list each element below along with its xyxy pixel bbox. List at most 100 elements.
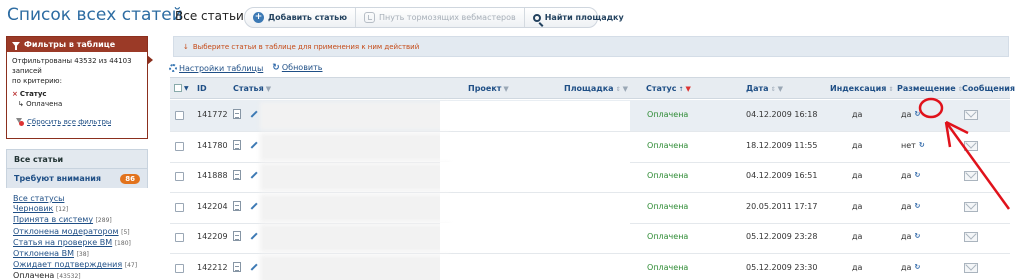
remove-filter-icon[interactable]: ×	[12, 90, 18, 98]
row-placement-value: нет	[901, 140, 916, 150]
status-link-label[interactable]: Принята в систему	[13, 215, 93, 224]
column-filter-icon[interactable]: ▼	[623, 85, 628, 93]
document-icon[interactable]	[233, 200, 241, 211]
document-icon[interactable]	[233, 170, 241, 180]
select-all-checkbox[interactable]	[174, 84, 182, 92]
table-row[interactable]: 142212 Оплачена 05.12.2009 23:30 да да ↻	[170, 253, 1010, 280]
envelope-icon[interactable]	[964, 262, 978, 273]
recheck-placement-icon[interactable]: ↻	[914, 263, 920, 272]
row-checkbox[interactable]	[175, 202, 184, 212]
status-link-item[interactable]: Отклонена модератором [5]	[13, 227, 137, 238]
status-link-label[interactable]: Черновик	[13, 204, 53, 213]
edit-pencil-icon[interactable]	[246, 258, 258, 271]
status-link-item[interactable]: Оплачена [43532]	[13, 271, 137, 280]
envelope-icon[interactable]	[964, 171, 978, 181]
edit-pencil-icon[interactable]	[246, 167, 258, 179]
status-link-label[interactable]: Отклонена ВМ	[13, 249, 74, 258]
column-filter-icon[interactable]: ▼	[503, 85, 508, 93]
column-header-status[interactable]: Статус ↑ ▼	[646, 84, 691, 93]
main-title: Все статьи	[175, 9, 244, 23]
document-icon[interactable]	[233, 261, 241, 272]
status-link-item[interactable]: Черновик [12]	[13, 204, 137, 215]
status-link-label[interactable]: Ожидает подтверждения	[13, 260, 122, 269]
status-link-label[interactable]: Статья на проверке ВМ	[13, 238, 112, 247]
column-header-messages[interactable]: Сообщения	[962, 84, 1015, 93]
status-link-item[interactable]: Ожидает подтверждения [47]	[13, 260, 137, 271]
row-status: Оплачена	[647, 232, 689, 241]
recheck-placement-icon[interactable]: ↻	[914, 202, 920, 211]
need-attention-count-badge: 86	[120, 173, 140, 184]
refresh-link[interactable]: Обновить	[282, 63, 323, 72]
column-header-id[interactable]: ID	[197, 84, 207, 93]
row-id[interactable]: 141780	[197, 141, 228, 150]
table-settings-item[interactable]: Настройки таблицы	[169, 63, 263, 73]
envelope-icon[interactable]	[964, 110, 978, 120]
column-header-placement[interactable]: Размещение ⇕	[897, 84, 963, 93]
recheck-placement-icon[interactable]: ↻	[919, 141, 925, 150]
column-header-date-label: Дата	[746, 84, 769, 93]
recheck-placement-icon[interactable]: ↻	[914, 232, 920, 241]
status-link-item[interactable]: Статья на проверке ВМ [180]	[13, 238, 137, 249]
row-id[interactable]: 142212	[197, 263, 228, 272]
edit-pencil-icon[interactable]	[246, 136, 258, 149]
row-checkbox[interactable]	[175, 263, 184, 273]
filters-header: Фильтры в таблице	[7, 37, 147, 52]
envelope-icon[interactable]	[964, 201, 978, 212]
row-checkbox[interactable]	[175, 233, 184, 242]
table-row[interactable]: 141888 Оплачена 04.12.2009 16:51 да да ↻	[170, 161, 1010, 193]
nav-item-all-articles[interactable]: Все статьи	[7, 150, 147, 169]
table-settings-link[interactable]: Настройки таблицы	[179, 64, 263, 73]
column-filter-icon[interactable]: ▼	[778, 85, 783, 93]
table-row[interactable]: 142209 Оплачена 05.12.2009 23:28 да да ↻	[170, 222, 1010, 254]
row-id[interactable]: 142204	[197, 202, 228, 211]
edit-pencil-icon[interactable]	[246, 197, 258, 210]
column-header-indexing[interactable]: Индексация ⇕	[830, 84, 893, 93]
poke-webmasters-button[interactable]: Пнуть тормозящих вебмастеров	[356, 8, 525, 27]
reset-filters-link[interactable]: Сбросить все фильтры	[27, 117, 111, 127]
nav-item-need-attention[interactable]: Требуют внимания 86	[7, 169, 147, 188]
column-header-project[interactable]: Проект ▼	[468, 84, 509, 93]
select-menu-arrow-icon[interactable]: ▼	[184, 85, 189, 92]
column-filter-icon[interactable]: ▼	[266, 85, 271, 93]
status-link-item[interactable]: Все статусы	[13, 194, 137, 204]
document-icon[interactable]	[233, 109, 241, 119]
row-checkbox[interactable]	[175, 111, 184, 120]
status-link-count: [5]	[121, 228, 130, 236]
edit-pencil-icon[interactable]	[246, 106, 258, 118]
column-header-date[interactable]: Дата ⇕ ▼	[746, 84, 783, 93]
table-row[interactable]: 141780 Оплачена 18.12.2009 11:55 да нет ↻	[170, 131, 1010, 163]
row-id[interactable]: 141772	[197, 110, 228, 119]
row-id[interactable]: 141888	[197, 171, 228, 180]
filter-criterion-value: Оплачена	[26, 100, 63, 108]
edit-pencil-icon[interactable]	[246, 228, 258, 240]
column-header-site[interactable]: Площадка ⇕ ▼	[564, 84, 628, 93]
recheck-placement-icon[interactable]: ↻	[914, 171, 920, 180]
status-link-item[interactable]: Отклонена ВМ [38]	[13, 249, 137, 260]
table-row[interactable]: 142204 Оплачена 20.05.2011 17:17 да да ↻	[170, 192, 1010, 224]
table-row[interactable]: 141772 Оплачена 04.12.2009 16:18 да да ↻	[170, 100, 1010, 132]
column-header-article[interactable]: Статья ▼	[233, 84, 271, 93]
row-checkbox[interactable]	[175, 141, 184, 151]
sort-asc-icon[interactable]: ↑	[679, 86, 684, 93]
active-filter-icon[interactable]: ▼	[686, 85, 691, 93]
column-header-article-label: Статья	[233, 84, 264, 93]
row-id[interactable]: 142209	[197, 232, 228, 241]
recheck-placement-icon[interactable]: ↻	[914, 110, 920, 119]
document-icon[interactable]	[233, 139, 241, 150]
sort-icon[interactable]: ⇕	[888, 86, 893, 93]
envelope-icon[interactable]	[964, 232, 978, 242]
row-checkbox[interactable]	[175, 172, 184, 181]
status-link-item[interactable]: Принята в систему [289]	[13, 215, 137, 226]
table-header: ▼ ID Статья ▼ Проект ▼ Площадка ⇕ ▼ Статус ↑ ▼…	[170, 77, 1015, 99]
refresh-item[interactable]: ↻ Обновить	[272, 63, 322, 73]
document-icon[interactable]	[233, 231, 241, 241]
status-link-label[interactable]: Все статусы	[13, 194, 64, 203]
envelope-icon[interactable]	[964, 140, 978, 151]
sort-icon[interactable]: ⇕	[616, 86, 621, 93]
status-link-label[interactable]: Отклонена модератором	[13, 227, 119, 236]
add-article-button[interactable]: + Добавить статью	[245, 8, 357, 27]
column-header-status-label: Статус	[646, 84, 677, 93]
reset-filters-row[interactable]: Сбросить все фильтры	[12, 117, 142, 127]
find-site-button[interactable]: Найти площадку	[525, 8, 632, 27]
sort-icon[interactable]: ⇕	[771, 86, 776, 93]
